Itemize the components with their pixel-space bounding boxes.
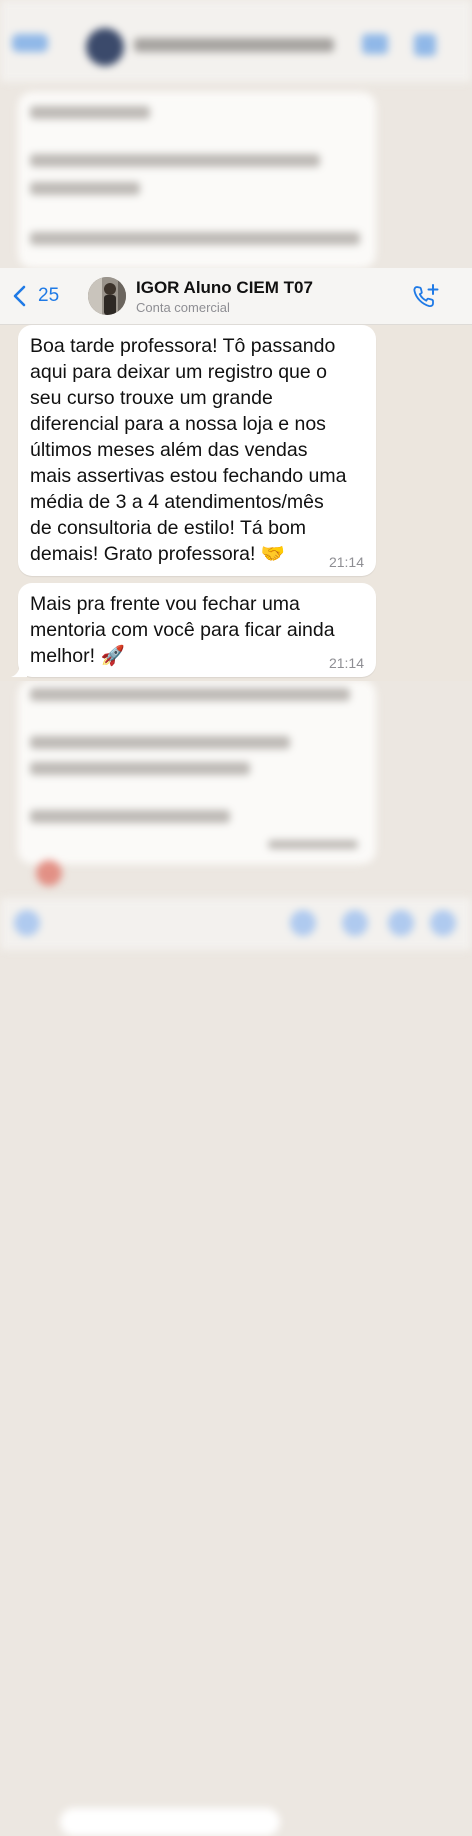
message-bubble[interactable]: Mais pra frente vou fechar uma mentoria …	[11, 583, 376, 677]
background-sticker-icon	[290, 910, 316, 936]
background-back-icon	[12, 34, 48, 52]
background-bubble	[18, 92, 376, 268]
contact-name[interactable]: IGOR Aluno CIEM T07	[136, 278, 313, 298]
avatar-photo	[88, 277, 126, 315]
contact-subtitle: Conta comercial	[136, 300, 230, 315]
background-plus-icon	[14, 910, 40, 936]
chat-area: Boa tarde professora! Tô passando aqui p…	[0, 325, 472, 681]
background-avatar	[86, 28, 124, 66]
chevron-left-icon	[13, 285, 26, 307]
back-button[interactable]: 25	[10, 282, 59, 310]
phone-plus-icon[interactable]	[410, 282, 440, 312]
avatar[interactable]	[88, 277, 126, 315]
message-text: Boa tarde professora! Tô passando aqui p…	[30, 335, 347, 565]
background-video-icon	[362, 34, 388, 54]
background-camera-icon	[388, 910, 414, 936]
message-time: 21:14	[328, 655, 364, 671]
message-time: 21:14	[328, 554, 364, 570]
message-text: Mais pra frente vou fechar uma mentoria …	[30, 593, 335, 667]
background-input	[60, 1808, 280, 1836]
message-bubble[interactable]: Boa tarde professora! Tô passando aqui p…	[18, 325, 376, 576]
background-bubble	[18, 680, 376, 864]
chat-header: 25 IGOR Aluno CIEM T07 Conta comercial	[0, 268, 472, 325]
background-bottom-bar	[0, 898, 472, 1836]
background-top-bar	[0, 0, 472, 82]
unread-count: 25	[38, 285, 60, 306]
background-phone-icon	[414, 34, 436, 56]
background-currency-icon	[342, 910, 368, 936]
background-reaction	[36, 860, 62, 886]
bubble-tail-icon	[11, 663, 27, 677]
background-title	[134, 38, 334, 52]
background-mic-icon	[430, 910, 456, 936]
